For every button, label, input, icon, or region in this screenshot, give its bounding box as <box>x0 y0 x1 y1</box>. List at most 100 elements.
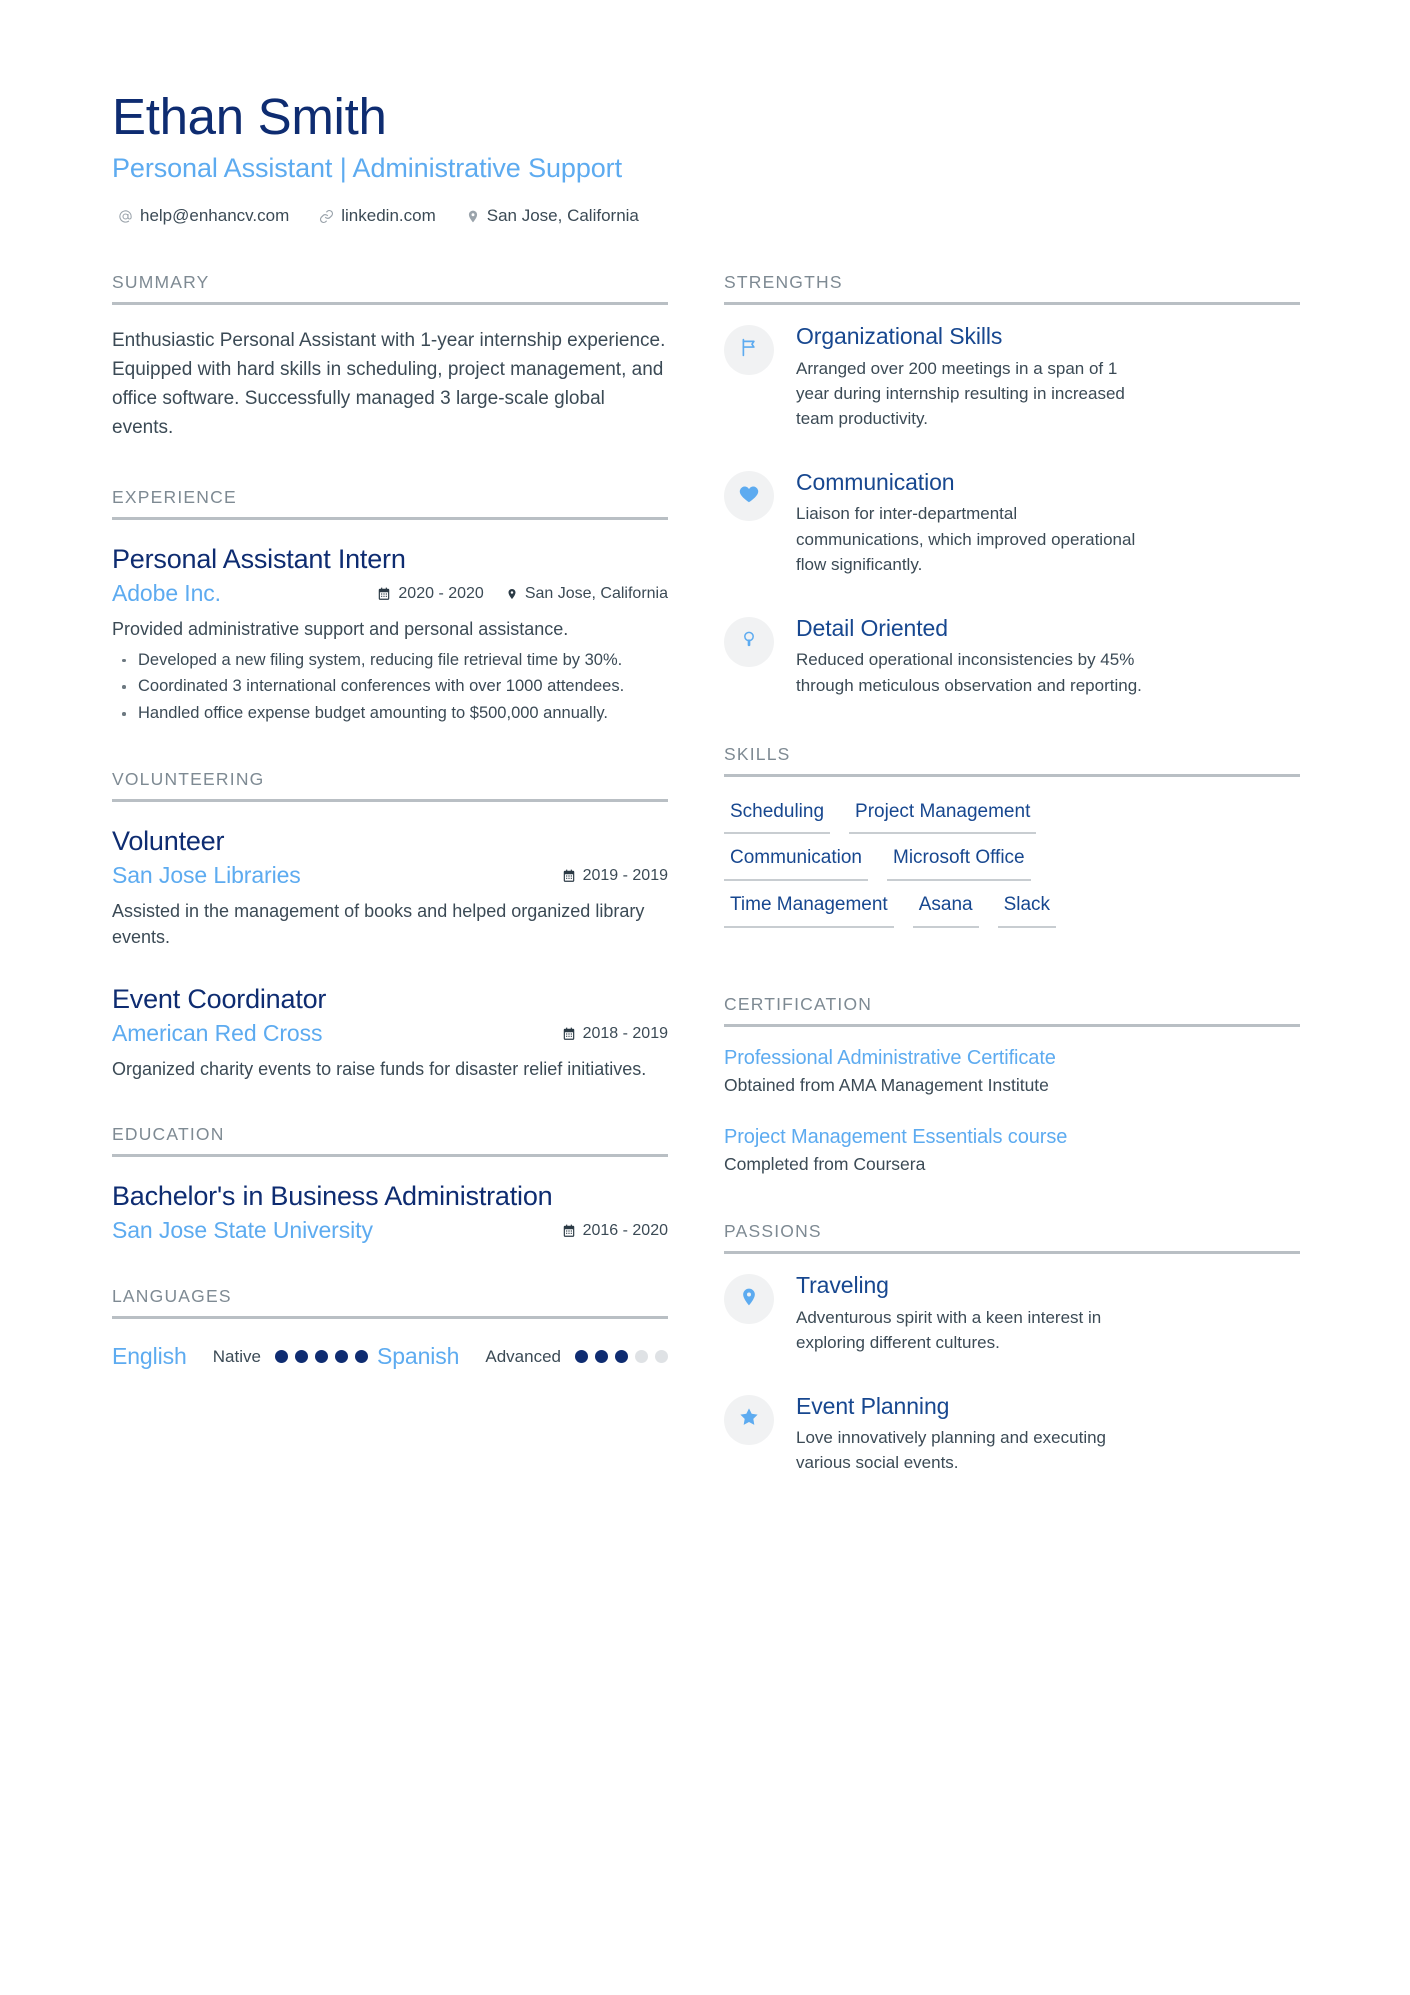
strength-icon-badge <box>724 471 774 522</box>
right-column: STRENGTHS Organizational Skills Arranged… <box>724 272 1300 1475</box>
divider <box>724 1251 1300 1255</box>
experience-bullet: Developed a new filing system, reducing … <box>112 647 668 674</box>
skill-tag[interactable]: Time Management <box>724 892 894 929</box>
passion-icon-badge <box>724 1274 774 1325</box>
location-pin-icon <box>466 209 480 224</box>
language-rating <box>274 1350 368 1364</box>
resume-header: Ethan Smith Personal Assistant | Adminis… <box>112 88 1300 226</box>
section-volunteering-heading: VOLUNTEERING <box>112 768 265 789</box>
heart-icon <box>738 483 760 510</box>
section-experience-heading: EXPERIENCE <box>112 486 237 507</box>
strength-body: Organizational Skills Arranged over 200 … <box>796 323 1144 431</box>
experience-location-text: San Jose, California <box>524 584 668 602</box>
location-pin-icon <box>739 1287 759 1312</box>
certification-issuer: Obtained from AMA Management Institute <box>724 1075 1049 1096</box>
divider <box>112 1154 668 1158</box>
experience-bullet: Handled office expense budget amounting … <box>112 700 668 727</box>
skill-tag[interactable]: Microsoft Office <box>887 845 1031 882</box>
passion-description: Adventurous spirit with a keen interest … <box>796 1307 1102 1352</box>
contact-email-text: help@enhancv.com <box>140 206 290 226</box>
strength-description: Arranged over 200 meetings in a span of … <box>796 358 1125 428</box>
experience-description: Provided administrative support and pers… <box>112 618 569 639</box>
summary-text: Enthusiastic Personal Assistant with 1-y… <box>112 330 666 438</box>
section-education-heading: EDUCATION <box>112 1124 225 1145</box>
contact-location: San Jose, California <box>466 206 639 226</box>
calendar-icon <box>377 587 391 601</box>
strength-description: Liaison for inter-departmental communica… <box>796 504 1136 574</box>
volunteering-dates: 2018 - 2019 <box>562 1025 668 1043</box>
lightbulb-icon <box>739 629 759 654</box>
section-strengths-heading: STRENGTHS <box>724 272 843 293</box>
volunteering-dates-text: 2019 - 2019 <box>582 866 668 884</box>
volunteering-organization: American Red Cross <box>112 1020 323 1047</box>
education-meta-row: San Jose State University 2016 - 2020 <box>112 1217 668 1244</box>
language-name: Spanish <box>376 1343 460 1370</box>
divider <box>112 302 668 306</box>
calendar-icon <box>562 1224 576 1238</box>
certification-item: Project Management Essentials course Com… <box>724 1126 1300 1175</box>
skill-tag[interactable]: Scheduling <box>724 799 831 835</box>
section-skills: SKILLS Scheduling Project Management Com… <box>724 743 1300 929</box>
divider <box>112 516 668 520</box>
certification-title[interactable]: Professional Administrative Certificate <box>724 1047 1300 1070</box>
skill-tag[interactable]: Slack <box>997 892 1057 929</box>
strength-title: Organizational Skills <box>796 323 1003 350</box>
resume-page: Ethan Smith Personal Assistant | Adminis… <box>0 0 1410 1995</box>
passion-title: Traveling <box>796 1272 889 1299</box>
strength-item: Communication Liaison for inter-departme… <box>724 469 1300 577</box>
passion-item: Event Planning Love innovatively plannin… <box>724 1393 1300 1476</box>
skill-tag[interactable]: Project Management <box>849 799 1037 835</box>
strength-title: Detail Oriented <box>796 614 948 641</box>
rating-dot <box>615 1350 628 1364</box>
divider <box>112 1316 668 1320</box>
location-pin-icon <box>506 587 518 601</box>
education-entry: Bachelor's in Business Administration Sa… <box>112 1181 668 1244</box>
passion-title: Event Planning <box>796 1392 950 1419</box>
contact-linkedin-text: linkedin.com <box>341 206 436 226</box>
contact-linkedin[interactable]: linkedin.com <box>319 206 436 226</box>
certification-list: Professional Administrative Certificate … <box>724 1047 1300 1175</box>
volunteering-description: Organized charity events to raise funds … <box>112 1059 647 1080</box>
section-education: EDUCATION Bachelor's in Business Adminis… <box>112 1124 668 1244</box>
passions-list: Traveling Adventurous spirit with a keen… <box>724 1272 1300 1476</box>
skill-tag[interactable]: Asana <box>912 892 979 929</box>
contact-email[interactable]: help@enhancv.com <box>118 206 289 226</box>
language-name: English <box>112 1343 187 1370</box>
volunteering-organization: San Jose Libraries <box>112 861 301 888</box>
experience-meta: 2020 - 2020 San Jose, California <box>377 585 668 603</box>
skills-list: Scheduling Project Management Communicat… <box>724 799 1076 929</box>
language-item: Spanish Advanced <box>377 1343 668 1370</box>
skill-tag[interactable]: Communication <box>724 845 868 882</box>
divider <box>724 773 1300 777</box>
section-languages: LANGUAGES English Native Spanish Advance… <box>112 1286 668 1370</box>
link-icon <box>319 209 334 224</box>
volunteering-dates-text: 2018 - 2019 <box>582 1025 668 1043</box>
resume-body: SUMMARY Enthusiastic Personal Assistant … <box>112 272 1300 1475</box>
experience-dates-text: 2020 - 2020 <box>398 584 484 602</box>
section-languages-heading: LANGUAGES <box>112 1286 232 1307</box>
at-sign-icon <box>118 209 133 224</box>
volunteering-description: Assisted in the management of books and … <box>112 900 645 947</box>
experience-meta-row: Adobe Inc. 2020 - 2020 San Jose, Califor… <box>112 580 668 607</box>
certification-title[interactable]: Project Management Essentials course <box>724 1126 1300 1149</box>
section-volunteering: VOLUNTEERING Volunteer San Jose Librarie… <box>112 769 668 1082</box>
rating-dot <box>294 1350 308 1364</box>
section-skills-heading: SKILLS <box>724 743 791 764</box>
experience-company: Adobe Inc. <box>112 579 221 606</box>
section-strengths: STRENGTHS Organizational Skills Arranged… <box>724 272 1300 698</box>
strength-title: Communication <box>796 469 955 496</box>
languages-row: English Native Spanish Advanced <box>112 1343 668 1370</box>
flag-icon <box>739 337 760 363</box>
strengths-list: Organizational Skills Arranged over 200 … <box>724 323 1300 698</box>
education-meta: 2016 - 2020 <box>562 1222 668 1240</box>
experience-location: San Jose, California <box>506 585 668 603</box>
certification-item: Professional Administrative Certificate … <box>724 1047 1300 1096</box>
volunteering-meta-row: San Jose Libraries 2019 - 2019 <box>112 862 668 889</box>
education-dates: 2016 - 2020 <box>562 1222 668 1240</box>
passion-body: Traveling Adventurous spirit with a keen… <box>796 1272 1144 1355</box>
section-passions-heading: PASSIONS <box>724 1221 822 1242</box>
experience-job-title: Personal Assistant Intern <box>112 543 406 574</box>
candidate-job-title: Personal Assistant | Administrative Supp… <box>112 153 622 184</box>
volunteering-meta: 2018 - 2019 <box>562 1025 668 1043</box>
left-column: SUMMARY Enthusiastic Personal Assistant … <box>112 272 668 1475</box>
